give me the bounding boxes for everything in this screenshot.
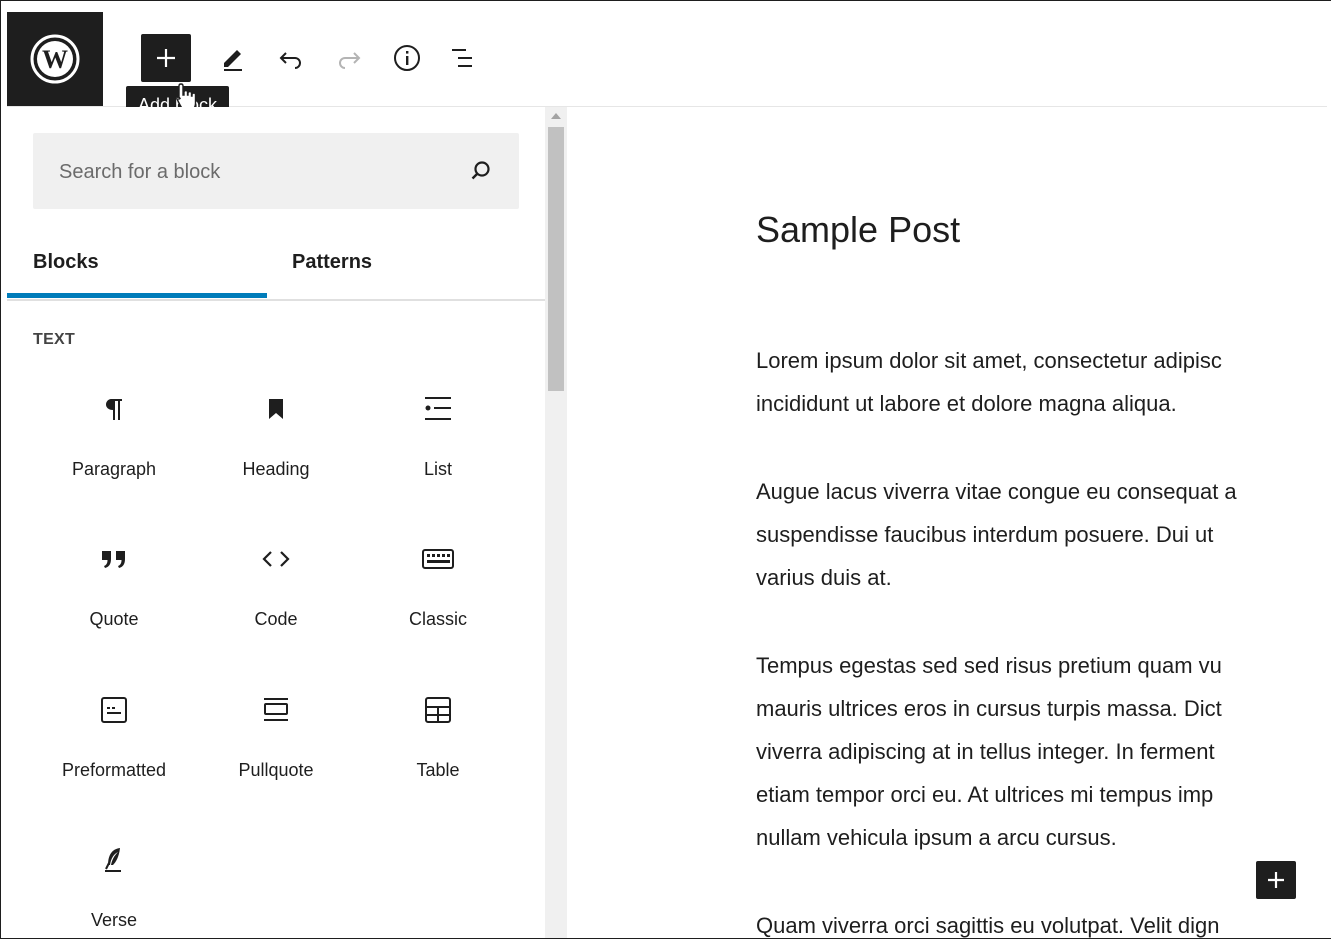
code-icon bbox=[262, 551, 290, 567]
block-label: Classic bbox=[408, 609, 467, 629]
block-label: Quote bbox=[89, 609, 139, 629]
inserter-tabs: Blocks Patterns bbox=[7, 243, 545, 301]
add-block-button[interactable] bbox=[141, 34, 191, 82]
paragraph-line: incididunt ut labore et dolore magna ali… bbox=[756, 391, 1177, 416]
wordpress-logo-button[interactable]: W bbox=[7, 12, 103, 106]
paragraph-block[interactable]: Lorem ipsum dolor sit amet, consectetur … bbox=[756, 339, 1222, 425]
block-label: List bbox=[423, 459, 452, 479]
details-button[interactable] bbox=[385, 36, 429, 80]
tab-blocks[interactable]: Blocks bbox=[33, 243, 99, 299]
active-tab-indicator bbox=[7, 293, 267, 298]
paragraph-line: Lorem ipsum dolor sit amet, consectetur … bbox=[756, 348, 1222, 373]
svg-text:W: W bbox=[42, 45, 68, 74]
block-label: Table bbox=[416, 760, 460, 780]
paragraph-line: nullam vehicula ipsum a arcu cursus. bbox=[756, 825, 1117, 850]
block-item-table[interactable]: Table bbox=[357, 676, 519, 826]
block-item-preformatted[interactable]: Preformatted bbox=[33, 676, 195, 826]
redo-icon bbox=[339, 52, 361, 69]
scrollbar-thumb[interactable] bbox=[548, 127, 564, 391]
paragraph-icon bbox=[106, 399, 122, 420]
info-icon bbox=[394, 45, 420, 71]
block-item-verse[interactable]: Verse bbox=[33, 826, 195, 938]
paragraph-line: etiam tempor orci eu. At ultrices mi tem… bbox=[756, 782, 1214, 807]
block-label: Heading bbox=[242, 459, 310, 479]
preformatted-icon bbox=[101, 697, 127, 723]
paragraph-block[interactable]: Tempus egestas sed sed risus pretium qua… bbox=[756, 644, 1222, 859]
feather-icon bbox=[105, 848, 121, 872]
tab-patterns[interactable]: Patterns bbox=[292, 243, 372, 299]
paragraph-line: varius duis at. bbox=[756, 565, 892, 590]
list-icon bbox=[425, 397, 451, 420]
wordpress-logo-icon: W bbox=[30, 34, 80, 84]
keyboard-icon bbox=[422, 549, 454, 569]
block-search-input[interactable] bbox=[33, 133, 481, 211]
quote-icon bbox=[102, 551, 125, 568]
block-label: Code bbox=[254, 609, 298, 629]
redo-button[interactable] bbox=[327, 36, 371, 80]
block-label: Preformatted bbox=[61, 760, 167, 780]
section-label-text: TEXT bbox=[33, 331, 76, 348]
editor-canvas: Sample Post Lorem ipsum dolor sit amet, … bbox=[568, 107, 1331, 938]
block-item-code[interactable]: Code bbox=[195, 525, 357, 675]
block-inserter-panel: Blocks Patterns TEXT Paragraph Heading bbox=[7, 107, 545, 938]
paragraph-line: suspendisse faucibus interdum posuere. D… bbox=[756, 522, 1214, 547]
block-item-paragraph[interactable]: Paragraph bbox=[33, 375, 195, 525]
tools-button[interactable] bbox=[211, 36, 255, 80]
plus-icon bbox=[1268, 872, 1284, 888]
block-search bbox=[33, 133, 519, 211]
paragraph-block[interactable]: Augue lacus viverra vitae congue eu cons… bbox=[756, 470, 1237, 599]
undo-button[interactable] bbox=[269, 36, 313, 80]
list-view-icon bbox=[452, 49, 472, 67]
pullquote-icon bbox=[264, 698, 288, 721]
editor-window: W Add block Search for a block Blocks Pa… bbox=[0, 0, 1331, 939]
paragraph-line: mauris ultrices eros in cursus turpis ma… bbox=[756, 696, 1222, 721]
list-view-button[interactable] bbox=[441, 36, 485, 80]
block-label: Verse bbox=[90, 910, 138, 930]
block-item-heading[interactable]: Heading bbox=[195, 375, 357, 525]
paragraph-block[interactable]: Quam viverra orci sagittis eu volutpat. … bbox=[756, 904, 1220, 938]
bookmark-icon bbox=[269, 399, 283, 419]
paragraph-line: Quam viverra orci sagittis eu volutpat. … bbox=[756, 913, 1220, 938]
undo-icon bbox=[279, 52, 301, 69]
inline-add-block-button[interactable] bbox=[1256, 861, 1296, 899]
top-toolbar: W Add block bbox=[7, 12, 1327, 124]
pencil-icon bbox=[224, 50, 242, 71]
paragraph-line: viverra adipiscing at in tellus integer.… bbox=[756, 739, 1215, 764]
post-title[interactable]: Sample Post bbox=[756, 209, 960, 251]
table-icon bbox=[425, 697, 451, 723]
paragraph-line: Tempus egestas sed sed risus pretium qua… bbox=[756, 653, 1222, 678]
block-item-list[interactable]: List bbox=[357, 375, 519, 525]
scroll-up-arrow-icon[interactable] bbox=[551, 113, 561, 119]
block-label: Paragraph bbox=[71, 459, 157, 479]
block-item-quote[interactable]: Quote bbox=[33, 525, 195, 675]
paragraph-line: Augue lacus viverra vitae congue eu cons… bbox=[756, 479, 1237, 504]
search-icon[interactable] bbox=[469, 159, 493, 183]
plus-icon bbox=[157, 49, 175, 67]
block-item-pullquote[interactable]: Pullquote bbox=[195, 676, 357, 826]
block-label: Pullquote bbox=[238, 760, 314, 780]
inserter-scrollbar[interactable] bbox=[545, 107, 567, 938]
block-item-classic[interactable]: Classic bbox=[357, 525, 519, 675]
